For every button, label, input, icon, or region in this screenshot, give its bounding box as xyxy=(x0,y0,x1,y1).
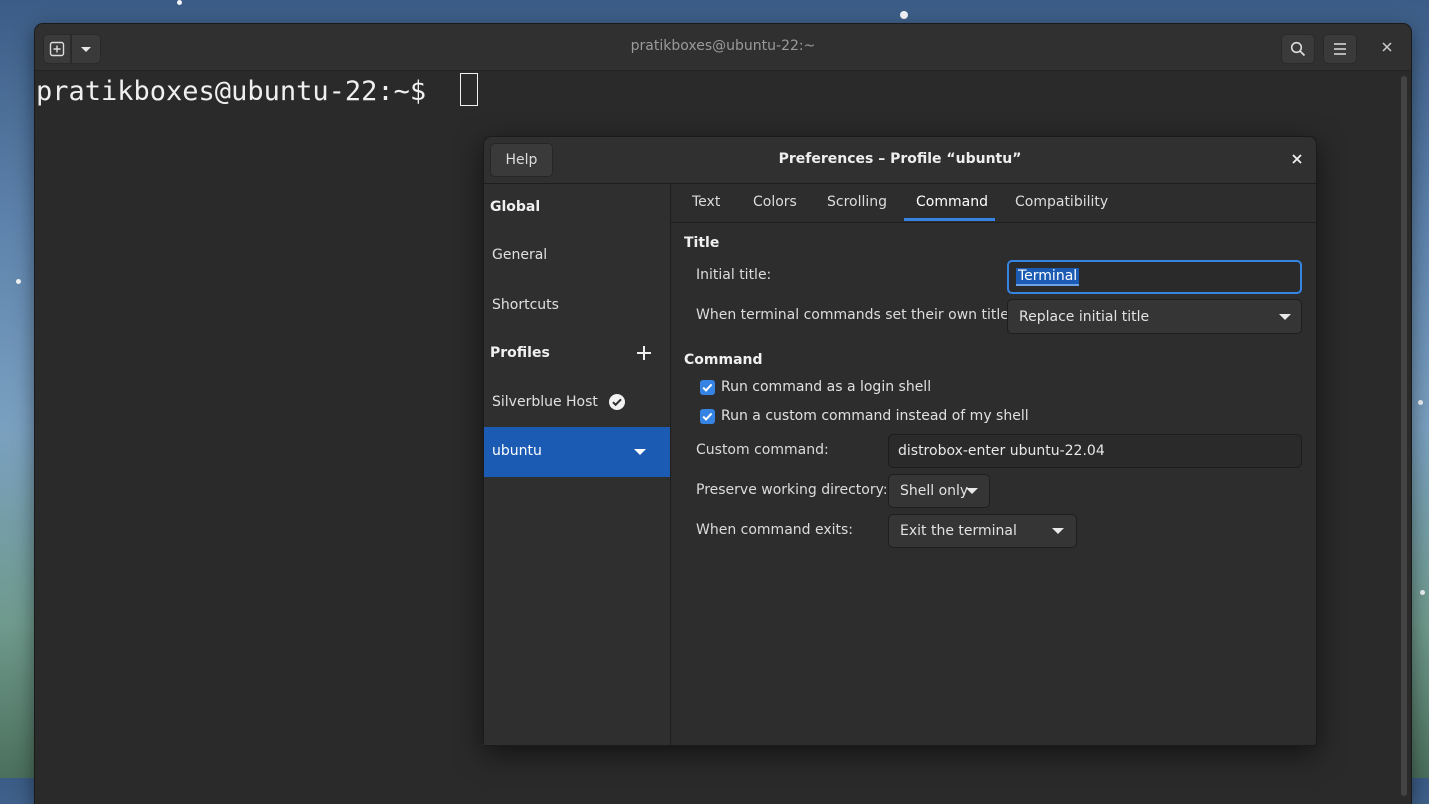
on-exit-label: When command exits: xyxy=(696,522,854,538)
search-button[interactable] xyxy=(1281,34,1315,64)
hamburger-icon xyxy=(1334,43,1346,55)
section-title-heading: Title xyxy=(684,235,720,251)
tab-command[interactable]: Command xyxy=(916,194,988,210)
custom-command-input[interactable]: distrobox-enter ubuntu-22.04 xyxy=(888,434,1302,468)
tab-compatibility[interactable]: Compatibility xyxy=(1015,194,1108,210)
login-shell-checkbox[interactable]: Run command as a login shell xyxy=(700,379,931,395)
chevron-down-icon xyxy=(634,449,646,455)
dialog-title: Preferences – Profile “ubuntu” xyxy=(778,151,1022,167)
preferences-sidebar: Global General Shortcuts Profiles Silver… xyxy=(484,184,671,745)
wallpaper-speck xyxy=(900,11,908,19)
profile-label: ubuntu xyxy=(492,443,542,459)
checkbox-checked-icon xyxy=(700,408,715,424)
main-menu-button[interactable] xyxy=(1323,34,1357,64)
wallpaper-speck xyxy=(1418,400,1423,405)
preserve-dir-label: Preserve working directory: xyxy=(696,482,888,498)
custom-command-checkbox[interactable]: Run a custom command instead of my shell xyxy=(700,408,1029,424)
close-icon xyxy=(1292,154,1302,164)
preferences-dialog: Help Preferences – Profile “ubuntu” Glob… xyxy=(483,136,1317,746)
default-profile-check-icon xyxy=(608,394,625,410)
section-command-heading: Command xyxy=(684,352,763,368)
dialog-headerbar: Help Preferences – Profile “ubuntu” xyxy=(484,137,1316,184)
sidebar-item-shortcuts[interactable]: Shortcuts xyxy=(492,297,559,313)
tab-scrolling[interactable]: Scrolling xyxy=(827,194,887,210)
terminal-headerbar: pratikboxes@ubuntu-22:~ xyxy=(35,24,1411,71)
wallpaper-speck xyxy=(177,0,182,5)
profile-menu-button[interactable] xyxy=(630,445,650,459)
search-icon xyxy=(1290,41,1306,57)
own-titles-value: Replace initial title xyxy=(1019,308,1150,325)
add-profile-button[interactable] xyxy=(634,343,654,363)
chevron-down-icon xyxy=(966,488,978,494)
terminal-scrollbar[interactable] xyxy=(1401,76,1407,796)
window-title: pratikboxes@ubuntu-22:~ xyxy=(630,38,816,54)
login-shell-label: Run command as a login shell xyxy=(721,379,932,395)
initial-title-input[interactable]: Terminal xyxy=(1007,260,1302,294)
dialog-close-button[interactable] xyxy=(1292,150,1302,168)
preserve-dir-value: Shell only xyxy=(900,483,969,499)
chevron-down-icon xyxy=(1052,528,1064,534)
wallpaper-speck xyxy=(16,279,21,284)
custom-command-toggle-label: Run a custom command instead of my shell xyxy=(721,408,1029,424)
profile-label: Silverblue Host xyxy=(492,394,598,410)
sidebar-item-general[interactable]: General xyxy=(492,247,547,263)
initial-title-value: Terminal xyxy=(1016,268,1080,286)
checkbox-checked-icon xyxy=(700,379,715,395)
own-titles-label: When terminal commands set their own tit… xyxy=(696,307,1021,323)
command-page: Title Initial title: Terminal When termi… xyxy=(671,223,1316,745)
sidebar-heading-global: Global xyxy=(490,199,541,215)
window-close-button[interactable] xyxy=(1377,37,1397,57)
tab-text[interactable]: Text xyxy=(692,194,720,210)
on-exit-value: Exit the terminal xyxy=(900,523,1017,539)
terminal-cursor xyxy=(460,73,478,106)
sidebar-item-profile-ubuntu[interactable]: ubuntu xyxy=(484,427,670,477)
on-exit-dropdown[interactable]: Exit the terminal xyxy=(888,514,1077,548)
tab-colors[interactable]: Colors xyxy=(753,194,797,210)
plus-icon xyxy=(637,346,651,360)
shell-prompt: pratikboxes@ubuntu-22:~$ xyxy=(36,76,427,107)
sidebar-item-profile-silverblue[interactable]: Silverblue Host xyxy=(492,393,626,411)
chevron-down-icon xyxy=(1279,314,1291,320)
profile-tabs: Text Colors Scrolling Command Compatibil… xyxy=(671,184,1316,223)
preserve-dir-dropdown[interactable]: Shell only xyxy=(888,474,990,508)
wallpaper-speck xyxy=(1420,590,1425,595)
custom-command-label: Custom command: xyxy=(696,442,829,458)
initial-title-label: Initial title: xyxy=(696,267,772,283)
own-titles-dropdown[interactable]: Replace initial title xyxy=(1007,299,1302,334)
custom-command-value: distrobox-enter ubuntu-22.04 xyxy=(898,443,1105,459)
sidebar-heading-profiles: Profiles xyxy=(490,345,550,361)
close-icon xyxy=(1382,42,1392,52)
active-tab-indicator xyxy=(904,218,995,221)
